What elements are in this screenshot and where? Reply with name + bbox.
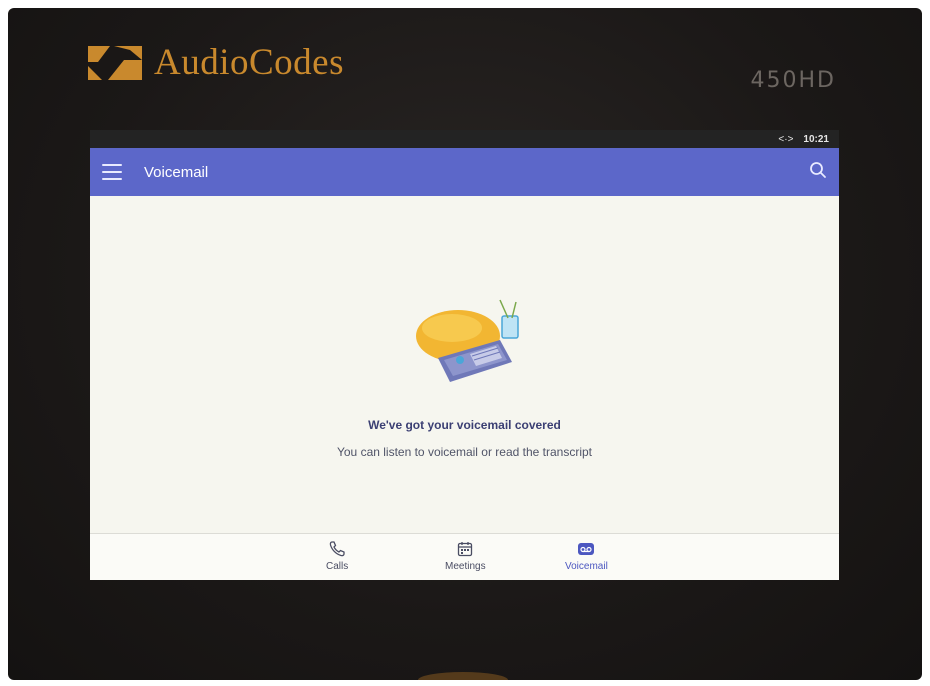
phone-screen: <·> 10:21 Voicemail We've got your voice… [90, 130, 839, 580]
voicemail-icon [578, 543, 595, 555]
home-button[interactable] [418, 672, 508, 680]
nav-meetings[interactable]: Meetings [445, 540, 486, 572]
empty-state: We've got your voicemail covered You can… [90, 196, 839, 534]
empty-state-headline: We've got your voicemail covered [368, 418, 561, 432]
search-icon[interactable] [809, 161, 827, 184]
audiocodes-logo-icon [88, 45, 142, 80]
status-time: 10:21 [803, 133, 829, 145]
phone-device: AudioCodes 450HD <·> 10:21 Voicemail We'… [8, 8, 922, 680]
empty-state-subtext: You can listen to voicemail or read the … [336, 445, 593, 459]
nav-calls[interactable]: Calls [326, 540, 348, 572]
app-bar: Voicemail [90, 148, 839, 196]
page-title: Voicemail [144, 163, 209, 181]
hamburger-menu-icon[interactable] [102, 164, 122, 180]
nav-calls-label: Calls [326, 561, 349, 572]
calendar-icon [458, 542, 473, 557]
status-bar: <·> 10:21 [90, 130, 839, 148]
phone-icon [329, 541, 345, 557]
brand-name: AudioCodes [154, 42, 344, 83]
nav-voicemail[interactable]: Voicemail [565, 540, 608, 572]
model-label: 450HD [750, 68, 836, 93]
nav-voicemail-label: Voicemail [565, 561, 608, 572]
brand: AudioCodes [86, 41, 344, 84]
voicemail-illustration-icon [416, 299, 519, 382]
bottom-nav: Calls Meetings Voicemail [90, 533, 839, 580]
connection-arrows-icon: <·> [778, 133, 794, 145]
nav-meetings-label: Meetings [445, 561, 486, 572]
